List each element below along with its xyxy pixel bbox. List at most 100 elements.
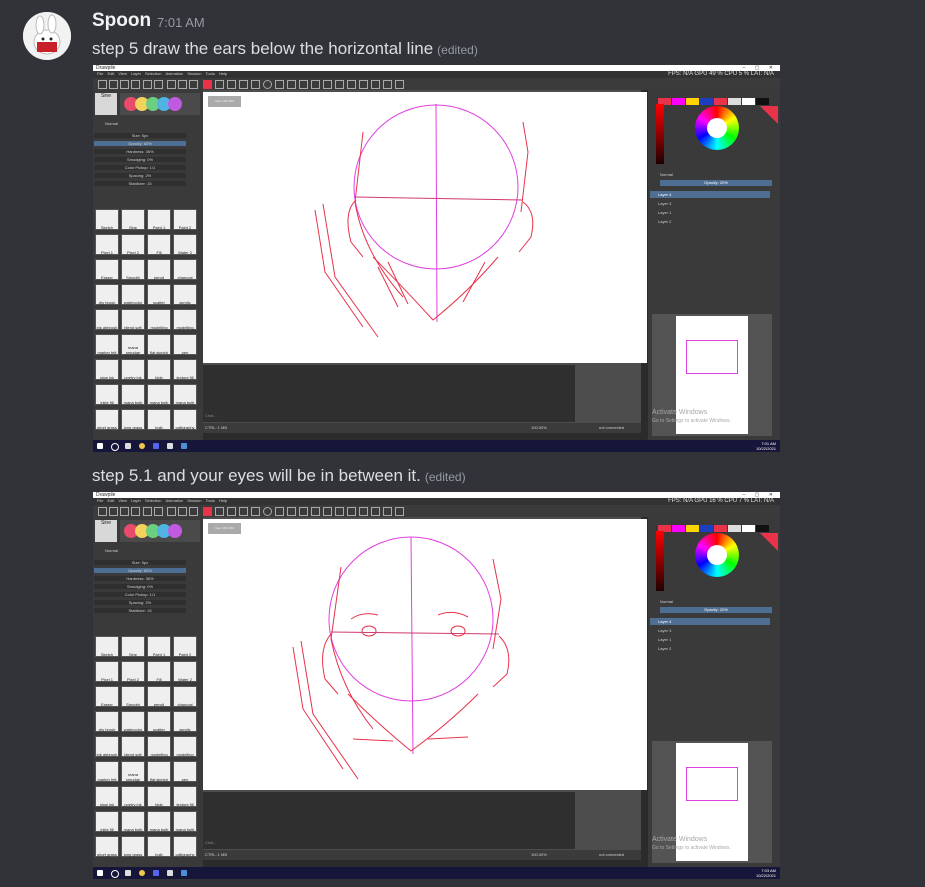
brush-preset[interactable]: modelling xyxy=(173,309,197,330)
brush-preset[interactable]: mana smudge xyxy=(121,334,145,355)
brush-preset[interactable]: mana bulb xyxy=(121,811,145,832)
export-icon[interactable] xyxy=(131,507,140,516)
menu-layer[interactable]: Layer xyxy=(131,71,141,76)
drawpile-taskbar-icon[interactable] xyxy=(181,870,187,876)
zoom-icon[interactable] xyxy=(371,507,380,516)
search-icon[interactable] xyxy=(111,443,119,451)
slider-smudging[interactable]: Smudging: 0% xyxy=(94,157,186,162)
rectangle-tool-icon[interactable] xyxy=(251,80,260,89)
brush-preset[interactable]: long grass xyxy=(121,409,145,430)
curve-tool-icon[interactable] xyxy=(275,80,284,89)
menu-selection[interactable]: Selection xyxy=(145,71,161,76)
slider-smudging[interactable]: Smudging: 0% xyxy=(94,584,186,589)
value-slider[interactable] xyxy=(656,104,664,164)
brush-preset[interactable]: modelling xyxy=(147,736,171,757)
brush-preset[interactable]: slow ink xyxy=(95,359,119,380)
slider-color-pickup[interactable]: Color Pickup: 1/1 xyxy=(94,592,186,597)
menu-help[interactable]: Help xyxy=(219,71,227,76)
drawing-canvas[interactable]: View 100.00% xyxy=(203,92,647,363)
foreground-color-icon[interactable] xyxy=(203,80,212,89)
pan-icon[interactable] xyxy=(359,507,368,516)
brush-preset[interactable]: inkle fill xyxy=(95,384,119,405)
brush-preset[interactable]: Pixel 1 xyxy=(95,661,119,682)
menu-animation[interactable]: Animation xyxy=(165,498,183,503)
slider-hardness[interactable]: Hardness: 36% xyxy=(94,576,186,581)
open-icon[interactable] xyxy=(109,80,118,89)
cut-icon[interactable] xyxy=(167,80,176,89)
curve-tool-icon[interactable] xyxy=(275,507,284,516)
layer-opacity-slider[interactable]: Opacity: 20% xyxy=(660,607,772,613)
brush-preset[interactable]: Sketch xyxy=(95,209,119,230)
menu-layer[interactable]: Layer xyxy=(131,498,141,503)
value-slider[interactable] xyxy=(656,531,664,591)
copy-icon[interactable] xyxy=(178,80,187,89)
brush-preset[interactable]: calligraphy xyxy=(173,836,197,857)
slider-stabilizer[interactable]: Stabilizer: 15 xyxy=(94,608,186,613)
slider-size[interactable]: Size: 5px xyxy=(94,560,186,565)
swatch-purple[interactable] xyxy=(168,524,182,538)
brush-preset[interactable]: Pixel 2 xyxy=(121,661,145,682)
menu-session[interactable]: Session xyxy=(187,498,201,503)
paste-icon[interactable] xyxy=(189,507,198,516)
rotate-icon[interactable] xyxy=(395,507,404,516)
brush-preset[interactable]: flat sketch xyxy=(147,761,171,782)
menu-tools[interactable]: Tools xyxy=(205,71,214,76)
brush-preset[interactable]: mana bulb xyxy=(121,384,145,405)
chat-input[interactable]: Chat... xyxy=(205,413,217,418)
layer-blend-mode[interactable]: Normal xyxy=(660,172,673,177)
open-icon[interactable] xyxy=(109,507,118,516)
brush-preset[interactable]: Smooth xyxy=(121,259,145,280)
brush-preset[interactable]: Fill xyxy=(147,234,171,255)
laser-tool-icon[interactable] xyxy=(323,80,332,89)
brush-preset[interactable]: Sketch xyxy=(95,636,119,657)
brush-preset[interactable]: blend soft xyxy=(121,736,145,757)
drawpile-taskbar-icon[interactable] xyxy=(181,443,187,449)
brush-preset[interactable]: long grass xyxy=(121,836,145,857)
slider-hardness[interactable]: Hardness: 36% xyxy=(94,149,186,154)
ellipse-tool-icon[interactable] xyxy=(263,80,272,89)
brush-preset[interactable]: watercolor xyxy=(121,284,145,305)
line-tool-icon[interactable] xyxy=(239,507,248,516)
slider-color-pickup[interactable]: Color Pickup: 1/1 xyxy=(94,165,186,170)
chrome-icon[interactable] xyxy=(139,443,145,449)
brush-preset[interactable]: mana bulb xyxy=(173,811,197,832)
brush-preset[interactable]: Sine xyxy=(121,209,145,230)
new-icon[interactable] xyxy=(98,507,107,516)
picker-tool-icon[interactable] xyxy=(311,80,320,89)
brush-preview[interactable]: Sine xyxy=(95,93,117,115)
freehand-tool-icon[interactable] xyxy=(215,507,224,516)
brush-preset[interactable]: calligraphy xyxy=(173,409,197,430)
select-lasso-icon[interactable] xyxy=(347,507,356,516)
menu-file[interactable]: File xyxy=(97,71,103,76)
brush-preset[interactable]: dry brush xyxy=(95,284,119,305)
brush-preset[interactable]: pen xyxy=(173,761,197,782)
select-rect-icon[interactable] xyxy=(335,80,344,89)
brush-preset[interactable]: pen xyxy=(173,334,197,355)
slider-stabilizer[interactable]: Stabilizer: 15 xyxy=(94,181,186,186)
ellipse-tool-icon[interactable] xyxy=(263,507,272,516)
redo-icon[interactable] xyxy=(154,80,163,89)
save-icon[interactable] xyxy=(120,80,129,89)
brush-preset[interactable]: short grass xyxy=(95,836,119,857)
explorer-icon[interactable] xyxy=(167,870,173,876)
brush-preset[interactable]: pencil xyxy=(147,259,171,280)
chrome-icon[interactable] xyxy=(139,870,145,876)
screenshot-attachment-1[interactable]: Drawpile – ▢ ✕ File Edit View Layer Selectio… xyxy=(93,65,780,452)
user-avatar[interactable] xyxy=(23,12,71,60)
brush-preset[interactable]: Water 2 xyxy=(173,661,197,682)
menu-selection[interactable]: Selection xyxy=(145,498,161,503)
layer-blend-mode[interactable]: Normal xyxy=(660,599,673,604)
brush-preset[interactable]: bulb xyxy=(147,836,171,857)
fill-tool-icon[interactable] xyxy=(287,507,296,516)
slider-size[interactable]: Size: 5px xyxy=(94,133,186,138)
eraser-tool-icon[interactable] xyxy=(227,80,236,89)
brush-preset[interactable]: blob xyxy=(147,786,171,807)
menu-file[interactable]: File xyxy=(97,498,103,503)
explorer-icon[interactable] xyxy=(167,443,173,449)
inspector-icon[interactable] xyxy=(383,80,392,89)
menu-edit[interactable]: Edit xyxy=(107,71,114,76)
rectangle-tool-icon[interactable] xyxy=(251,507,260,516)
brush-preset[interactable]: Water 2 xyxy=(173,234,197,255)
brush-preset[interactable]: Paint 1 xyxy=(147,209,171,230)
status-zoom[interactable]: 100.00% xyxy=(531,852,547,857)
